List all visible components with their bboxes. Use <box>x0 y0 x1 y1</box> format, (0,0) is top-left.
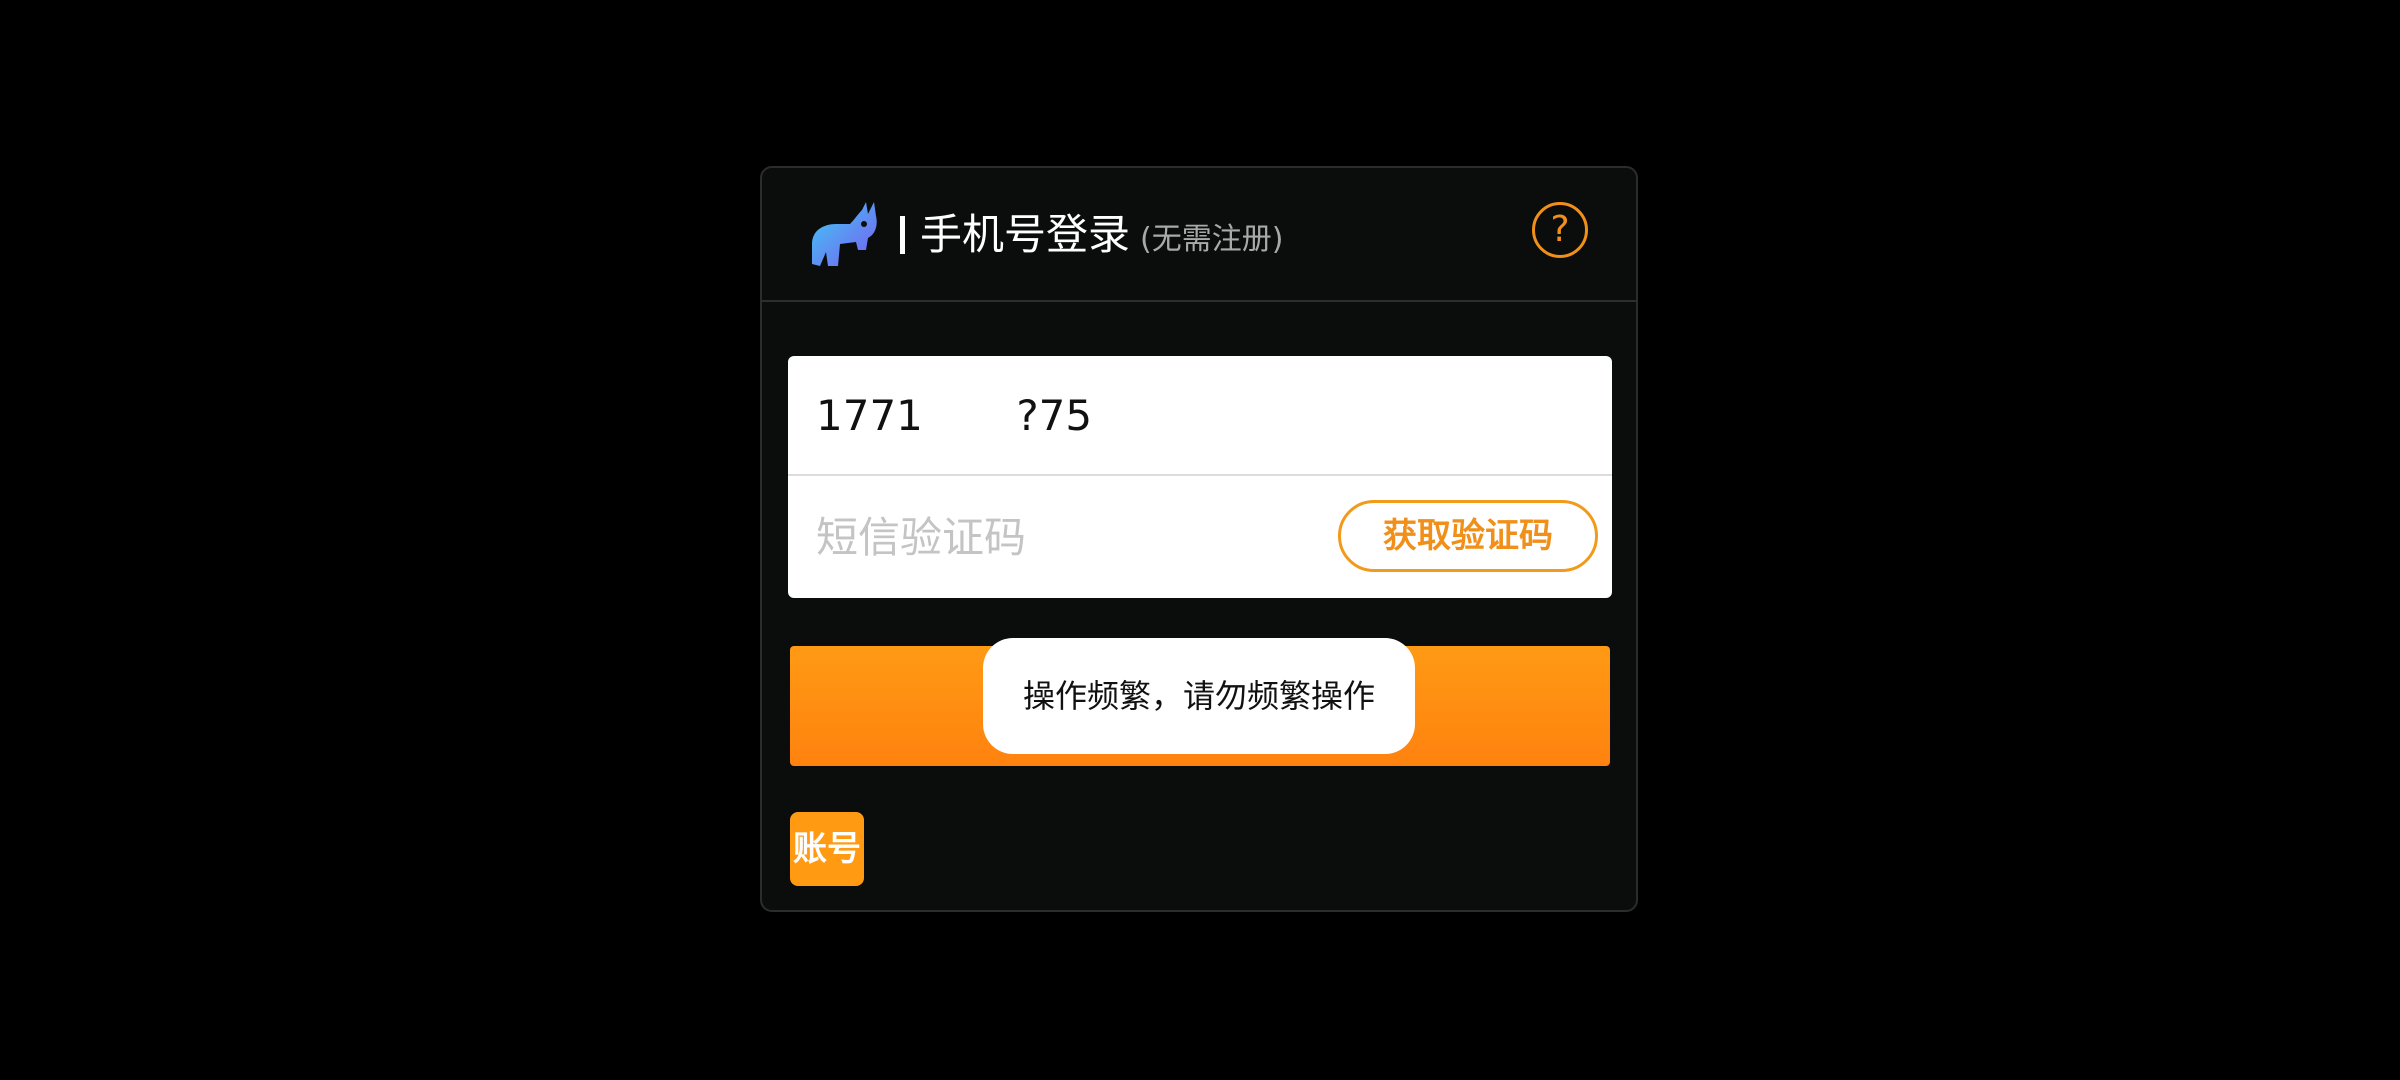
sms-code-field[interactable]: 短信验证码 获取验证码 <box>788 476 1612 598</box>
title-separator <box>900 216 905 254</box>
phone-input-value[interactable]: 1771 ?75 <box>816 390 1092 442</box>
login-dialog: 手机号登录 (无需注册) ? 1771 ?75 短信验证码 获取验证码 账号 <box>760 166 1638 912</box>
get-code-button[interactable]: 获取验证码 <box>1338 500 1598 572</box>
question-circle-icon[interactable]: ? <box>1532 202 1588 258</box>
toast-message: 操作频繁，请勿频繁操作 <box>983 638 1415 754</box>
sms-code-input[interactable]: 短信验证码 <box>816 512 1026 564</box>
dialog-header: 手机号登录 (无需注册) ? <box>762 168 1636 302</box>
dialog-subtitle: (无需注册) <box>1140 222 1284 257</box>
login-form: 1771 ?75 短信验证码 获取验证码 <box>788 356 1612 598</box>
dialog-title: 手机号登录 <box>920 210 1131 259</box>
phone-field[interactable]: 1771 ?75 <box>788 356 1612 476</box>
account-login-button[interactable]: 账号 <box>790 812 864 886</box>
rhino-logo-icon <box>812 202 877 266</box>
